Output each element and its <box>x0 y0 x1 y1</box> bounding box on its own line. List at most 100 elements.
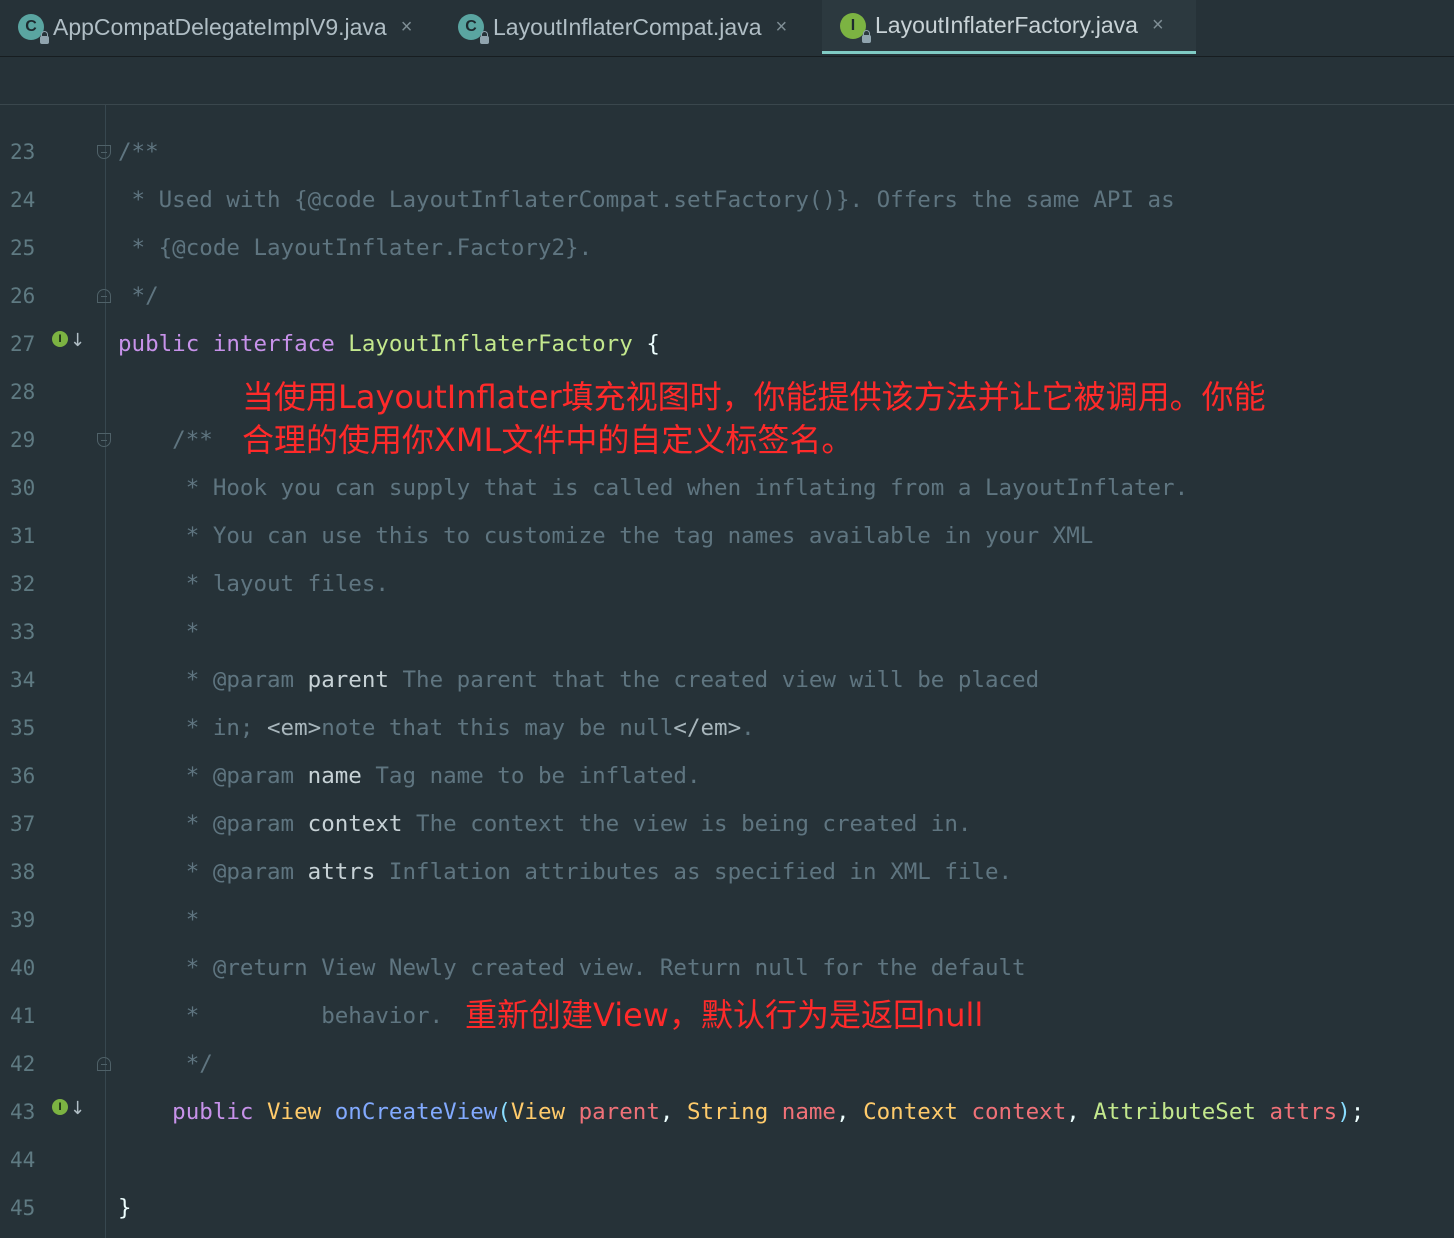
fold-icon[interactable] <box>97 145 111 159</box>
code-text: * in; <em>note that this may be null</em… <box>118 704 755 752</box>
code-text: /** <box>118 128 159 176</box>
fold-icon[interactable] <box>97 289 111 303</box>
code-line[interactable]: 23 /** <box>0 128 1454 176</box>
code-token: ; <box>1350 1099 1365 1125</box>
line-number: 38 <box>10 860 36 884</box>
implemented-icon[interactable]: I ↓ <box>52 1099 85 1121</box>
partial-line: 22 <box>0 105 1454 122</box>
tab-0[interactable]: C AppCompatDelegateImplV9.java × <box>0 0 438 54</box>
line-number: 32 <box>10 572 36 596</box>
line-number: 45 <box>10 1196 36 1220</box>
line-number: 23 <box>10 140 36 164</box>
code-token: LayoutInflaterFactory <box>348 331 647 357</box>
line-number: 22 <box>10 105 70 122</box>
code-line[interactable]: 34 * @param parent The parent that the c… <box>0 656 1454 704</box>
code-line[interactable]: 37 * @param context The context the view… <box>0 800 1454 848</box>
tab-1[interactable]: C LayoutInflaterCompat.java × <box>440 0 820 54</box>
code-token: . <box>741 715 755 741</box>
code-line[interactable]: 30 * Hook you can supply that is called … <box>0 464 1454 512</box>
code-token: context <box>971 1099 1067 1125</box>
code-line[interactable]: 35 * in; <em>note that this may be null<… <box>0 704 1454 752</box>
close-icon[interactable]: × <box>1152 14 1164 37</box>
code-text: * @return View Newly created view. Retur… <box>118 944 1026 992</box>
code-token: parent <box>307 667 389 693</box>
code-text: */ <box>118 1040 213 1088</box>
code-line[interactable]: 40 * @return View Newly created view. Re… <box>0 944 1454 992</box>
code-token: name <box>307 763 362 789</box>
code-token: {@code LayoutInflaterCompat.setFactory()… <box>294 187 850 213</box>
code-editor[interactable]: 22 23 /** 24 * Used with {@code LayoutInfl… <box>0 105 1454 1238</box>
line-number: 35 <box>10 716 36 740</box>
file-type-glyph: C <box>465 18 477 35</box>
fold-icon[interactable] <box>97 1057 111 1071</box>
code-token: public <box>118 1099 268 1125</box>
close-icon[interactable]: × <box>776 16 788 39</box>
code-token: Tag name to be inflated. <box>361 763 701 789</box>
code-token: * @param <box>118 763 308 789</box>
code-token: The context the view is being created in… <box>402 811 972 837</box>
file-type-glyph: I <box>850 16 856 34</box>
code-token: /** <box>118 427 213 453</box>
fold-icon[interactable] <box>97 433 111 447</box>
code-text: public interface LayoutInflaterFactory { <box>118 320 660 368</box>
code-token: attrs <box>307 859 376 885</box>
tab-label: AppCompatDelegateImplV9.java <box>53 13 387 40</box>
code-line[interactable]: 36 * @param name Tag name to be inflated… <box>0 752 1454 800</box>
code-line[interactable]: 31 * You can use this to customize the t… <box>0 512 1454 560</box>
code-text: * @param context The context the view is… <box>118 800 972 848</box>
code-token: The parent that the created view will be… <box>388 667 1040 693</box>
tab-2[interactable]: I LayoutInflaterFactory.java × <box>822 0 1196 54</box>
code-text: */ <box>118 272 159 320</box>
code-line[interactable]: 43 public View onCreateView(View parent,… <box>0 1088 1454 1136</box>
code-line[interactable]: 25 * {@code LayoutInflater.Factory2}. <box>0 224 1454 272</box>
code-text: /** <box>118 416 213 464</box>
line-number: 24 <box>10 188 36 212</box>
code-line[interactable]: 39 * <box>0 896 1454 944</box>
code-token: * in; <box>118 715 268 741</box>
annotation-note-interface: 当使用LayoutInflater填充视图时，你能提供该方法并让它被调用。你能 … <box>242 378 1266 459</box>
arrow-down-icon: ↓ <box>70 330 86 351</box>
code-token: * @param <box>118 667 308 693</box>
code-token: * layout files. <box>118 571 389 597</box>
code-token: Inflation attributes as specified in XML… <box>375 859 1013 885</box>
code-token: <em> <box>267 715 322 741</box>
code-token: , <box>659 1099 687 1125</box>
code-line[interactable]: 33 * <box>0 608 1454 656</box>
code-token: View <box>267 1099 335 1125</box>
code-token: * {@code LayoutInflater.Factory2}. <box>118 235 593 261</box>
breadcrumb-bar <box>0 57 1454 105</box>
code-line[interactable]: 26 */ <box>0 272 1454 320</box>
code-token: } <box>118 1195 132 1221</box>
code-token: */ <box>118 1051 213 1077</box>
code-token: attrs <box>1269 1099 1338 1125</box>
code-text: * <box>118 608 200 656</box>
code-token: parent <box>578 1099 660 1125</box>
code-token: name <box>781 1099 836 1125</box>
code-token: * You can use this to customize the tag … <box>118 523 1094 549</box>
code-text: * @param name Tag name to be inflated. <box>118 752 701 800</box>
line-number: 28 <box>10 380 36 404</box>
code-line[interactable]: 38 * @param attrs Inflation attributes a… <box>0 848 1454 896</box>
code-token: /** <box>118 139 159 165</box>
code-token: View <box>510 1099 579 1125</box>
lock-icon <box>40 31 49 44</box>
close-icon[interactable]: × <box>401 16 413 39</box>
code-text: * behavior. <box>118 992 443 1040</box>
line-number: 30 <box>10 476 36 500</box>
code-text: * <box>118 896 200 944</box>
code-line[interactable]: 42 */ <box>0 1040 1454 1088</box>
code-line[interactable]: 24 * Used with {@code LayoutInflaterComp… <box>0 176 1454 224</box>
file-type-glyph: C <box>25 18 37 35</box>
code-line[interactable]: 45} <box>0 1184 1454 1232</box>
code-line[interactable]: 27 public interface LayoutInflaterFactory… <box>0 320 1454 368</box>
code-token: * @return View Newly created view. Retur… <box>118 955 1026 981</box>
code-line[interactable]: 44 <box>0 1136 1454 1184</box>
code-text: * Used with {@code LayoutInflaterCompat.… <box>118 176 1175 224</box>
code-token: * Hook you can supply that is called whe… <box>118 475 1189 501</box>
arrow-down-icon: ↓ <box>70 1098 86 1119</box>
implemented-icon[interactable]: I ↓ <box>52 331 85 353</box>
code-line[interactable]: 32 * layout files. <box>0 560 1454 608</box>
line-number: 26 <box>10 284 36 308</box>
code-text: * {@code LayoutInflater.Factory2}. <box>118 224 593 272</box>
code-token: , <box>1066 1099 1094 1125</box>
